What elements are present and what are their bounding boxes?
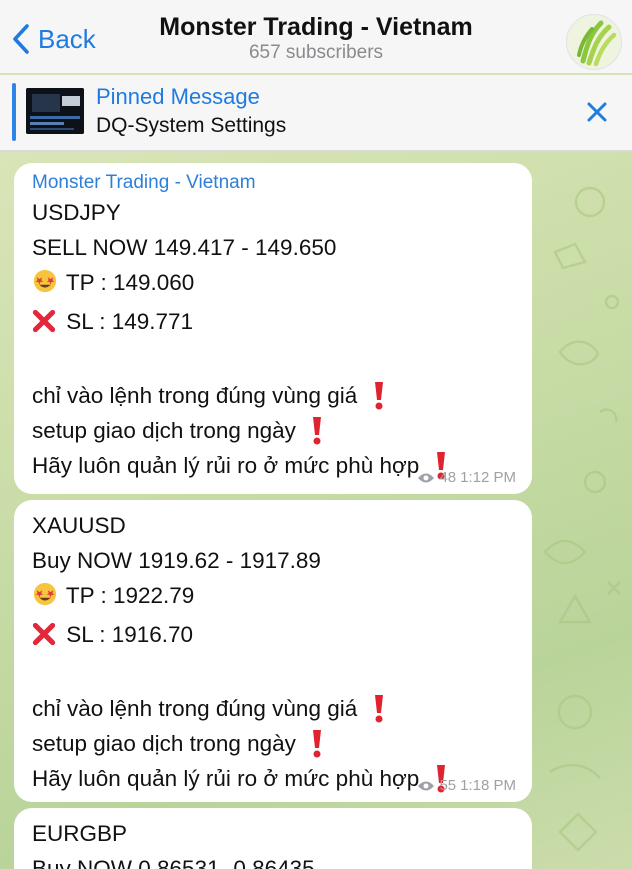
exclamation-icon xyxy=(313,730,322,758)
symbol-text: XAUUSD xyxy=(32,513,126,538)
tp-text: TP : 1922.79 xyxy=(65,583,195,608)
note-text: setup giao dịch trong ngày xyxy=(32,418,296,443)
order-text: SELL NOW 149.417 - 149.650 xyxy=(32,235,337,260)
note-line: setup giao dịch trong ngày xyxy=(32,413,516,448)
subscriber-count: 657 subscribers xyxy=(248,42,384,63)
note-text: Hãy luôn quản lý rủi ro ở mức phù hợp xyxy=(32,453,420,478)
channel-info[interactable]: Monster Trading - Vietnam 657 subscriber… xyxy=(120,12,512,64)
star-struck-emoji-icon xyxy=(32,581,60,617)
pinned-text: DQ-System Settings xyxy=(96,114,287,137)
view-count: 48 xyxy=(439,469,457,486)
tp-line: TP : 149.060 xyxy=(32,265,516,304)
sl-text: SL : 1916.70 xyxy=(66,622,194,647)
sl-line: SL : 149.771 xyxy=(32,304,516,343)
back-label: Back xyxy=(38,23,96,54)
sl-line: SL : 1916.70 xyxy=(32,617,516,656)
star-struck-emoji-icon xyxy=(32,268,60,304)
chat-header: Back Monster Trading - Vietnam 657 subsc… xyxy=(0,0,632,74)
tp-line: TP : 1922.79 xyxy=(32,578,516,617)
cross-mark-icon xyxy=(32,308,60,343)
note-line: chỉ vào lệnh trong đúng vùng giá xyxy=(32,378,516,413)
note-line: chỉ vào lệnh trong đúng vùng giá xyxy=(32,691,516,726)
message-bubble[interactable]: Monster Trading - Vietnam USDJPY SELL NO… xyxy=(14,163,532,494)
note-text: setup giao dịch trong ngày xyxy=(32,731,296,756)
view-count: 55 xyxy=(439,777,457,794)
exclamation-icon xyxy=(374,695,383,723)
message-time: 1:18 PM xyxy=(460,777,516,794)
chevron-left-icon xyxy=(13,24,29,54)
pinned-title: Pinned Message xyxy=(96,84,260,109)
message-bubble[interactable]: EURGBP Buy NOW 0.86531 -0.86435 xyxy=(14,808,532,869)
cross-mark-icon xyxy=(32,621,60,656)
exclamation-icon xyxy=(374,382,383,410)
note-line: setup giao dịch trong ngày xyxy=(32,726,516,761)
eye-icon xyxy=(418,473,435,482)
pinned-message-bar[interactable]: Pinned Message DQ-System Settings xyxy=(0,75,632,151)
sl-text: SL : 149.771 xyxy=(66,309,194,334)
symbol-text: USDJPY xyxy=(32,200,121,225)
channel-avatar[interactable] xyxy=(566,14,622,70)
message-meta: 48 1:12 PM xyxy=(417,469,516,486)
order-text: Buy NOW 0.86531 -0.86435 xyxy=(32,856,315,869)
back-button[interactable]: Back xyxy=(10,22,96,56)
message-time: 1:12 PM xyxy=(460,469,516,486)
symbol-text: EURGBP xyxy=(32,821,128,846)
exclamation-icon xyxy=(313,417,322,445)
eye-icon xyxy=(418,781,435,790)
note-text: chỉ vào lệnh trong đúng vùng giá xyxy=(32,696,358,721)
note-text: chỉ vào lệnh trong đúng vùng giá xyxy=(32,383,358,408)
sender-name[interactable]: Monster Trading - Vietnam xyxy=(32,171,516,195)
order-text: Buy NOW 1919.62 - 1917.89 xyxy=(32,548,321,573)
pinned-thumbnail xyxy=(26,88,84,134)
close-icon[interactable] xyxy=(584,99,610,125)
tp-text: TP : 149.060 xyxy=(65,270,195,295)
message-meta: 55 1:18 PM xyxy=(417,777,516,794)
claw-logo-icon xyxy=(577,20,617,67)
message-bubble[interactable]: XAUUSD Buy NOW 1919.62 - 1917.89 TP : 19… xyxy=(14,500,532,802)
channel-title: Monster Trading - Vietnam xyxy=(159,13,473,41)
pinned-indicator xyxy=(12,83,16,141)
note-text: Hãy luôn quản lý rủi ro ở mức phù hợp xyxy=(32,766,420,791)
